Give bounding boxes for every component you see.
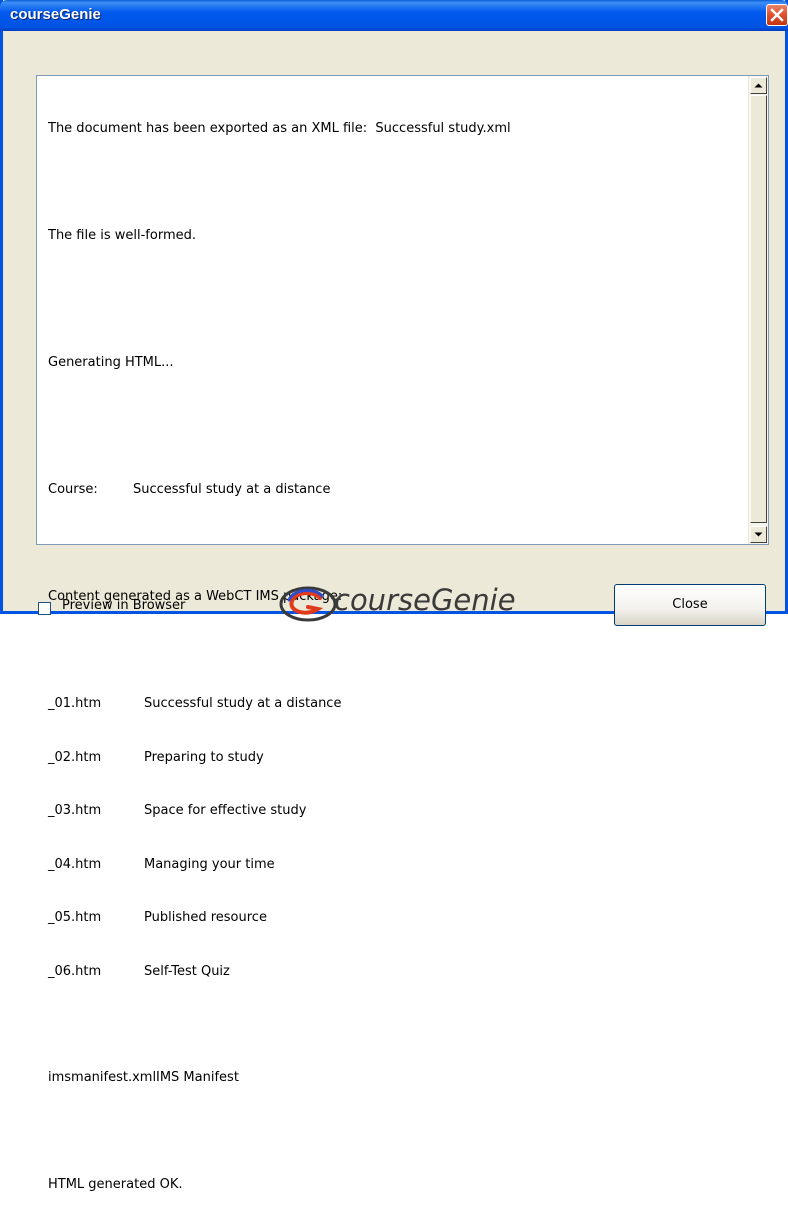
coursegenie-logo: courseGenie (278, 583, 528, 625)
close-button[interactable]: Close (614, 584, 766, 626)
file-name: _02.htm (48, 749, 102, 765)
file-title: Preparing to study (144, 749, 264, 765)
log-line: The document has been exported as an XML… (48, 121, 511, 136)
log-line: The file is well-formed. (48, 228, 196, 243)
file-row: _03.htm Space for effective study (48, 802, 738, 820)
file-row: _05.htm Published resource (48, 909, 738, 927)
manifest-name: imsmanifest.xml (48, 1070, 157, 1085)
dialog-window: courseGenie The document has been export… (0, 0, 788, 1192)
file-name: _01.htm (48, 696, 102, 711)
close-icon (770, 8, 784, 22)
logo-text: courseGenie (334, 583, 516, 617)
file-row: _01.htm Successful study at a distance (48, 695, 738, 713)
logo-swirl-icon (279, 586, 337, 622)
course-label: Course: (48, 482, 98, 497)
title-bar[interactable]: courseGenie (0, 0, 788, 31)
course-row: Course: Successful study at a distance (48, 481, 738, 499)
vertical-scrollbar[interactable] (748, 76, 768, 544)
file-name: _03.htm (48, 803, 102, 818)
scroll-thumb[interactable] (750, 95, 767, 523)
file-row: _04.htm Managing your time (48, 856, 738, 874)
file-title: Published resource (144, 910, 267, 925)
arrow-up-icon (754, 83, 763, 88)
file-title: Successful study at a distance (144, 696, 342, 711)
file-row: _02.htm Preparing to study (48, 749, 738, 767)
file-title: Self-Test Quiz (144, 963, 230, 979)
file-title: Managing your time (144, 856, 275, 872)
scroll-up-button[interactable] (750, 77, 767, 94)
arrow-down-icon (754, 532, 763, 537)
manifest-row: imsmanifest.xmlIMS Manifest (48, 1069, 738, 1087)
file-name: _04.htm (48, 856, 102, 872)
log-output[interactable]: The document has been exported as an XML… (36, 75, 769, 1192)
scroll-down-button[interactable] (750, 526, 767, 543)
file-name: _06.htm (48, 963, 102, 979)
course-value: Successful study at a distance (133, 482, 331, 497)
preview-checkbox[interactable] (38, 602, 51, 615)
file-name: _05.htm (48, 910, 102, 925)
file-title: Space for effective study (144, 803, 307, 818)
log-text: The document has been exported as an XML… (48, 84, 738, 1228)
log-line: Generating HTML... (48, 355, 174, 370)
file-row: _06.htm Self-Test Quiz (48, 963, 738, 981)
log-line: HTML generated OK. (48, 1177, 183, 1192)
window-close-button[interactable] (766, 4, 788, 26)
window-title: courseGenie (10, 6, 101, 23)
preview-label[interactable]: Preview in Browser (62, 598, 185, 613)
manifest-title: IMS Manifest (156, 1070, 239, 1085)
